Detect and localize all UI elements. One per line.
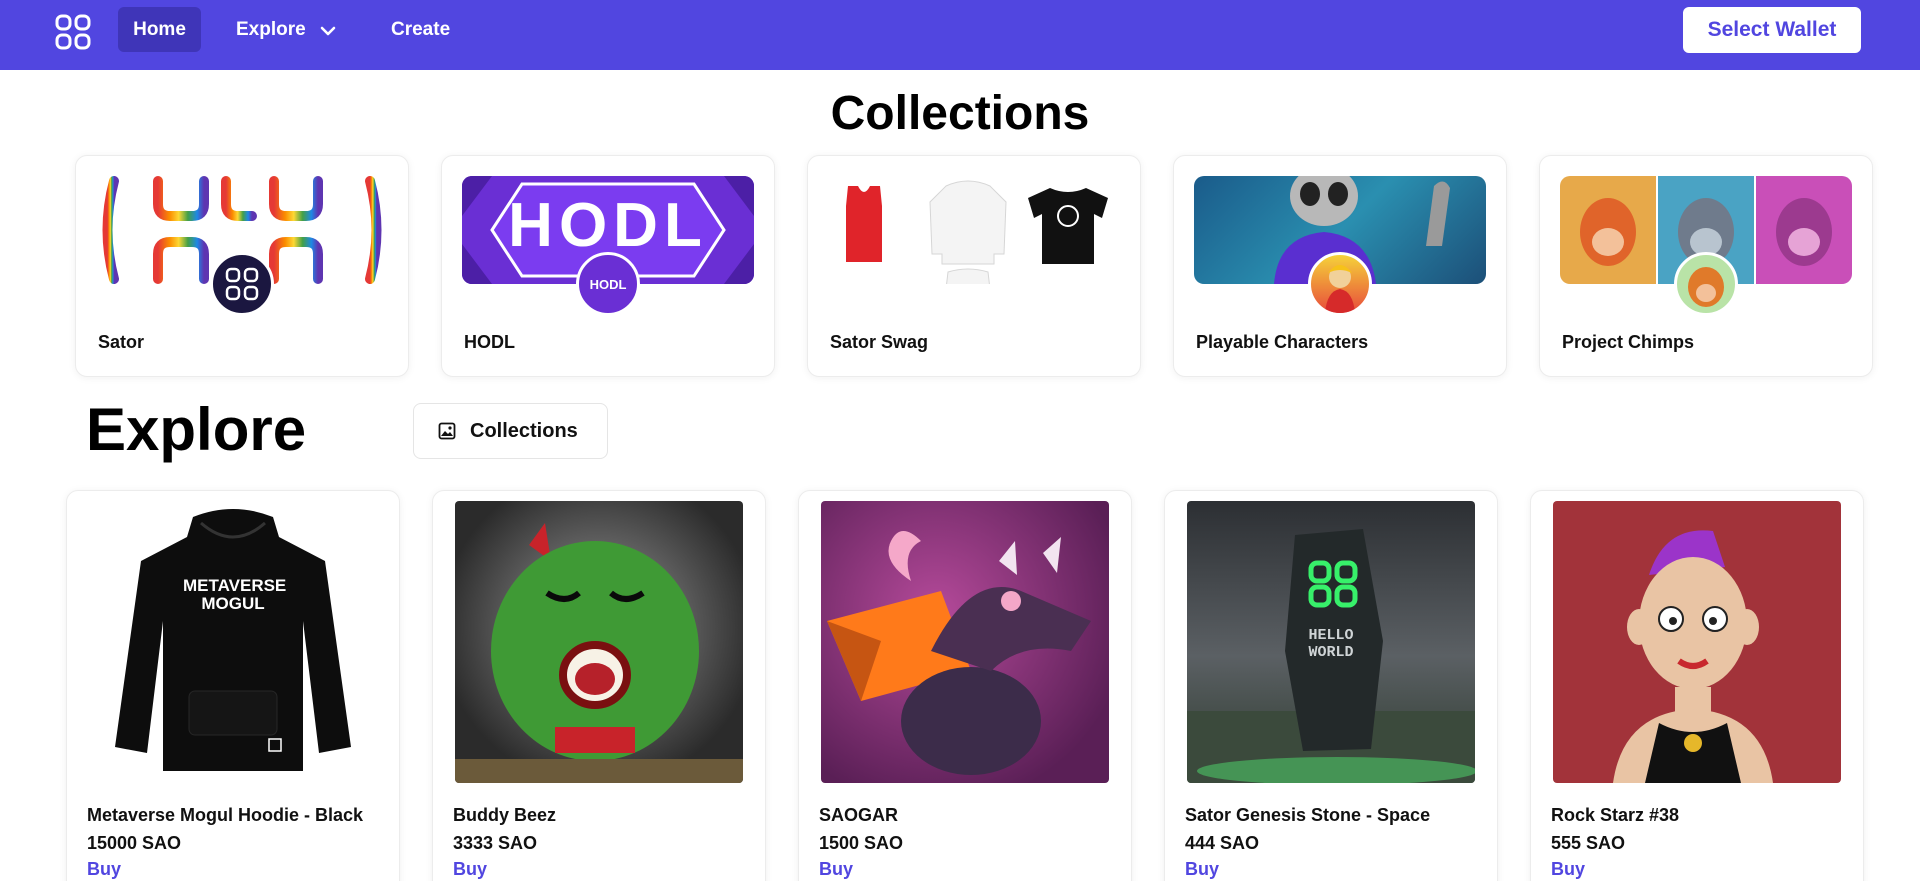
nav-create-label: Create [391, 18, 451, 40]
chevron-down-icon [320, 26, 336, 35]
hoodie-image-art [115, 509, 351, 771]
collection-banner [828, 176, 1120, 284]
item-price: 3333 SAO [453, 833, 538, 853]
explore-item-card[interactable]: SAOGAR 1500 SAO Buy [798, 490, 1132, 881]
item-price: 15000 SAO [87, 833, 182, 853]
image-icon [438, 422, 456, 440]
top-navbar: Home Explore Create Select Wallet [0, 0, 1920, 70]
item-name: Metaverse Mogul Hoodie - Black [87, 805, 364, 825]
item-price: 444 SAO [1185, 833, 1260, 853]
buy-link[interactable]: Buy [453, 859, 487, 880]
nav-explore-label: Explore [236, 18, 306, 40]
buy-link[interactable]: Buy [819, 859, 853, 880]
item-name: Buddy Beez [453, 805, 557, 825]
item-price: 555 SAO [1551, 833, 1626, 853]
explore-title: Explore [86, 396, 307, 463]
explore-item-card[interactable]: HELLO WORLD Sator Genesis Stone - Space … [1164, 490, 1498, 881]
explore-item-card[interactable]: METAVERSE MOGUL Metaverse Mogul Hoodie -… [66, 490, 400, 881]
buddy-beez-image-art [455, 523, 743, 783]
item-image: METAVERSE MOGUL [89, 501, 377, 783]
item-image [455, 501, 743, 783]
collection-avatar [1308, 252, 1372, 316]
collection-avatar: HODL [576, 252, 640, 316]
collection-name: Project Chimps [1562, 332, 1695, 352]
collection-avatar [1674, 252, 1738, 316]
buy-link[interactable]: Buy [1551, 859, 1585, 880]
collection-name: Sator Swag [830, 332, 929, 352]
nav-create[interactable]: Create [391, 7, 450, 52]
item-image [821, 501, 1109, 783]
character-avatar-art [1325, 265, 1355, 313]
item-price: 1500 SAO [819, 833, 904, 853]
chimp-avatar-art [1688, 267, 1724, 307]
hoodie-print-text: METAVERSE MOGUL [183, 576, 287, 613]
saogar-dragon-image-art [827, 531, 1091, 775]
collections-tab-label: Collections [470, 419, 578, 442]
rock-starz-image-art [1613, 530, 1773, 783]
sator-logo-icon [225, 267, 259, 301]
hodl-banner-text: HODL [508, 191, 708, 260]
collections-title: Collections [830, 87, 1090, 140]
nav-explore[interactable]: Explore [236, 7, 336, 52]
select-wallet-button[interactable]: Select Wallet [1683, 7, 1861, 53]
stone-engraving-text: HELLO WORLD [1308, 627, 1354, 661]
nav-home[interactable]: Home [118, 7, 201, 52]
hodl-avatar-text: HODL [589, 276, 627, 292]
collection-name: Sator [98, 332, 145, 352]
sator-logo-icon[interactable] [54, 13, 92, 51]
collection-card-sator[interactable]: Sator [75, 155, 409, 377]
collection-avatar [210, 252, 274, 316]
item-image: HELLO WORLD [1187, 501, 1475, 783]
item-image [1553, 501, 1841, 783]
buy-link[interactable]: Buy [1185, 859, 1219, 880]
collection-card-playable-characters[interactable]: Playable Characters [1173, 155, 1507, 377]
item-name: Rock Starz #38 [1551, 805, 1680, 825]
collection-card-hodl[interactable]: HODL HODL HODL [441, 155, 775, 377]
collections-tab-button[interactable]: Collections [413, 403, 608, 459]
explore-item-card[interactable]: Buddy Beez 3333 SAO Buy [432, 490, 766, 881]
item-name: SAOGAR [819, 805, 899, 825]
collection-name: HODL [464, 332, 515, 352]
nav-home-label: Home [133, 18, 186, 40]
buy-link[interactable]: Buy [87, 859, 121, 880]
item-name: Sator Genesis Stone - Space [1185, 805, 1431, 825]
select-wallet-label: Select Wallet [1707, 18, 1837, 41]
collection-card-sator-swag[interactable]: Sator Swag [807, 155, 1141, 377]
collection-name: Playable Characters [1196, 332, 1369, 352]
explore-item-card[interactable]: Rock Starz #38 555 SAO Buy [1530, 490, 1864, 881]
collection-card-project-chimps[interactable]: Project Chimps [1539, 155, 1873, 377]
swag-banner-art [846, 180, 1108, 284]
